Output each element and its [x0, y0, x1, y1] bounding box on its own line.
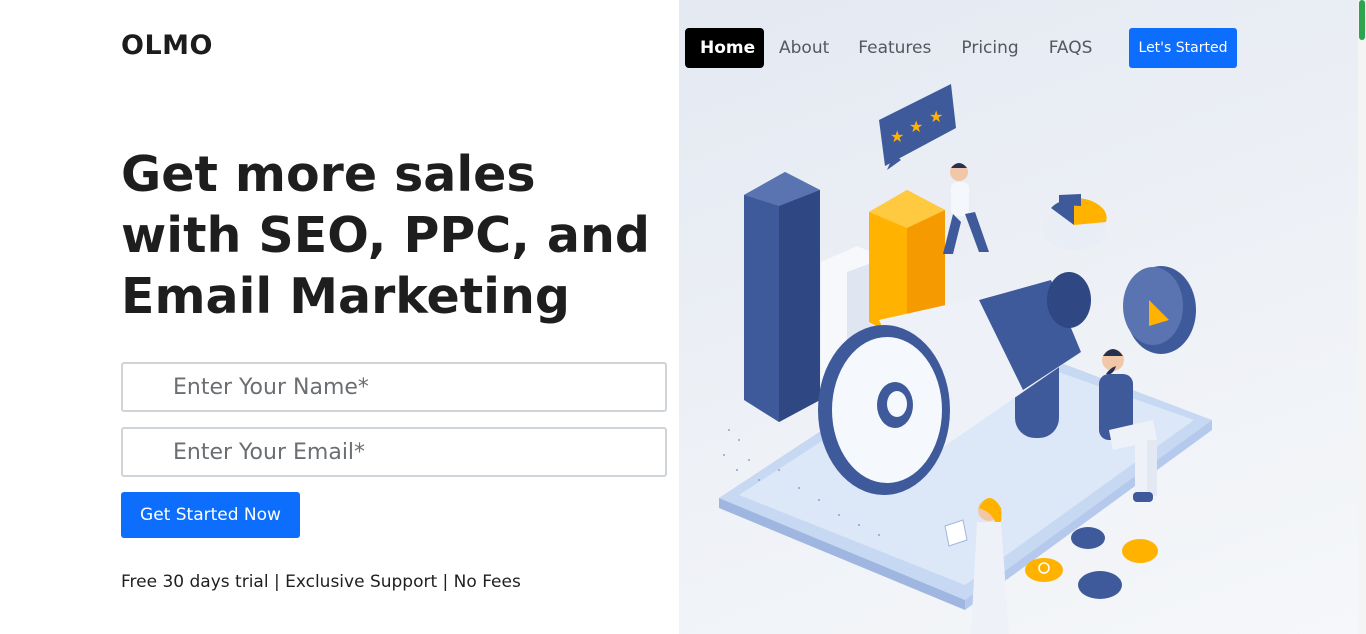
hero-title: Get more sales with SEO, PPC, and Email … — [121, 146, 650, 325]
nav-item-faqs[interactable]: FAQS — [1049, 28, 1093, 68]
get-started-button[interactable]: Get Started Now — [121, 492, 300, 538]
hero-panel: OLMO Get more sales with SEO, PPC, and E… — [0, 0, 679, 634]
scrollbar-track[interactable] — [1358, 0, 1366, 634]
bar-chart-column-tall — [744, 172, 820, 422]
perks-text: Free 30 days trial | Exclusive Support |… — [121, 572, 521, 592]
nav-item-features[interactable]: Features — [858, 28, 931, 68]
email-input[interactable] — [121, 427, 667, 477]
marketing-illustration: ★ ★ ★ — [719, 84, 1212, 634]
pie-chart-icon — [1042, 194, 1107, 250]
name-input[interactable] — [121, 362, 667, 412]
illustration-panel: ★ ★ ★ — [679, 0, 1358, 634]
brand-logo[interactable]: OLMO — [121, 30, 213, 61]
play-bubble-icon — [1123, 266, 1196, 354]
svg-text:★: ★ — [929, 107, 943, 126]
person-walking — [943, 163, 989, 254]
nav-item-about[interactable]: About — [779, 28, 829, 68]
svg-text:★: ★ — [909, 117, 923, 136]
svg-text:★: ★ — [890, 127, 904, 146]
nav-item-pricing[interactable]: Pricing — [961, 28, 1018, 68]
star-rating-icon: ★ ★ ★ — [879, 84, 956, 170]
main-nav: Home About Features Pricing FAQS — [685, 28, 1092, 68]
nav-item-home[interactable]: Home — [685, 28, 764, 68]
lets-started-button[interactable]: Let's Started — [1129, 28, 1237, 68]
scrollbar-thumb[interactable] — [1359, 0, 1365, 40]
